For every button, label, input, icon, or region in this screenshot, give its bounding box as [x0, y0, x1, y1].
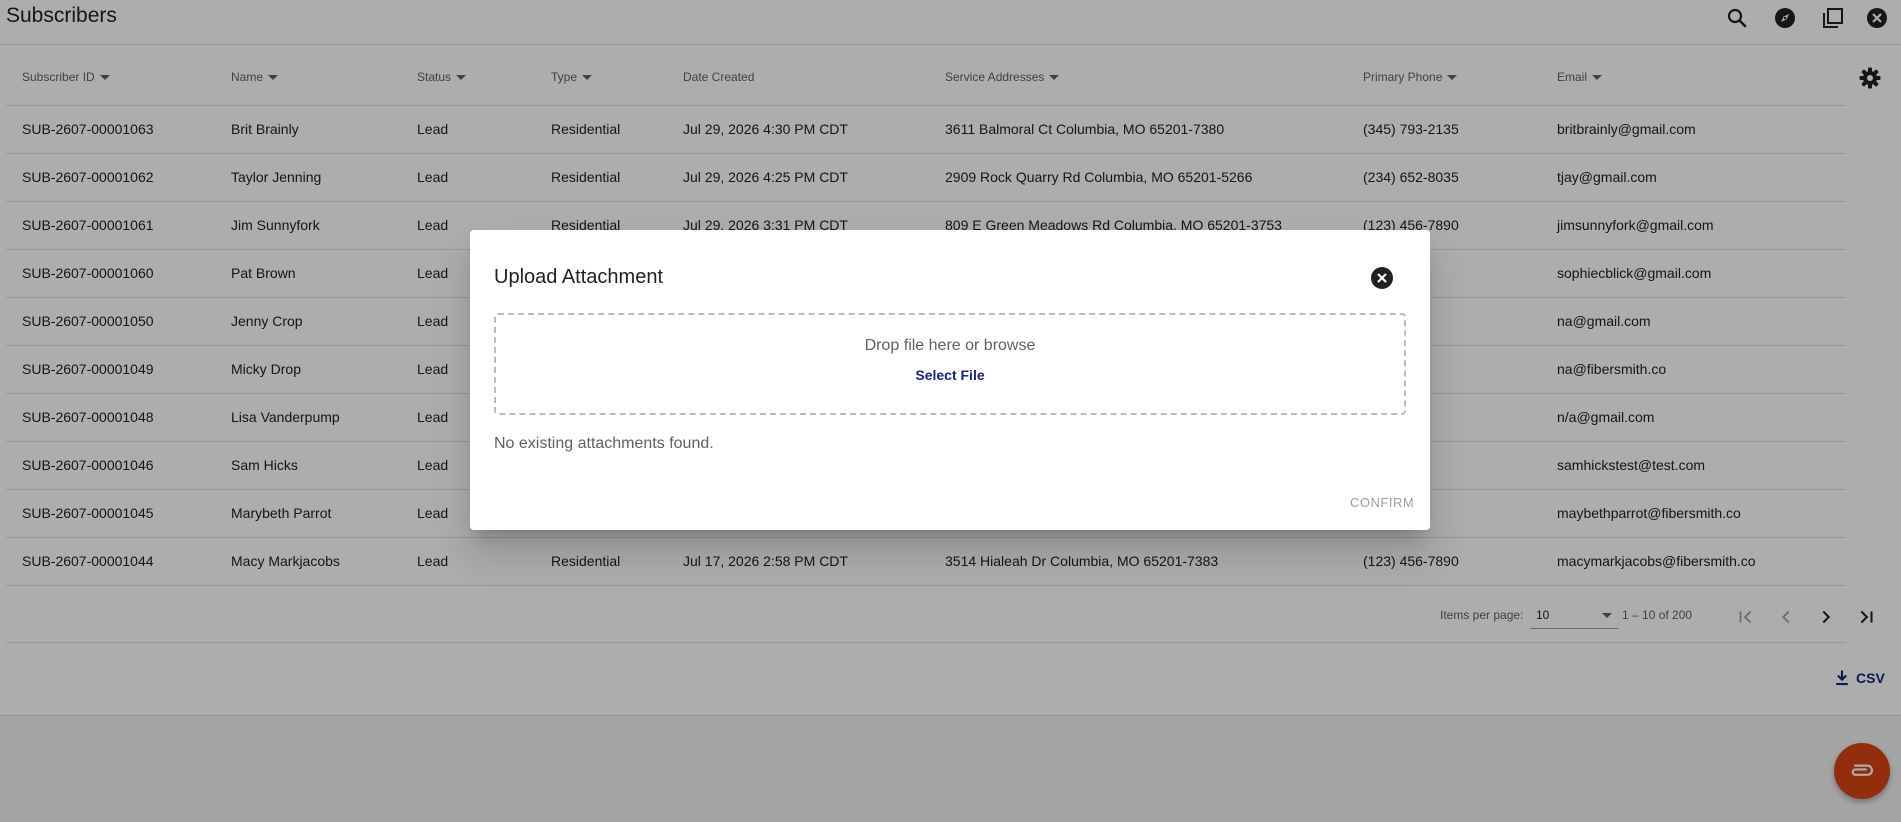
upload-attachment-dialog: Upload Attachment Drop file here or brow…	[470, 230, 1430, 530]
confirm-button[interactable]: CONFIRM	[1350, 495, 1414, 510]
empty-attachments-message: No existing attachments found.	[494, 435, 714, 452]
file-dropzone[interactable]: Drop file here or browse Select File	[494, 313, 1406, 415]
dialog-close-icon[interactable]	[1370, 266, 1394, 290]
select-file-button[interactable]: Select File	[496, 367, 1404, 383]
drop-instructions: Drop file here or browse	[864, 337, 1036, 354]
dialog-title: Upload Attachment	[494, 266, 663, 288]
